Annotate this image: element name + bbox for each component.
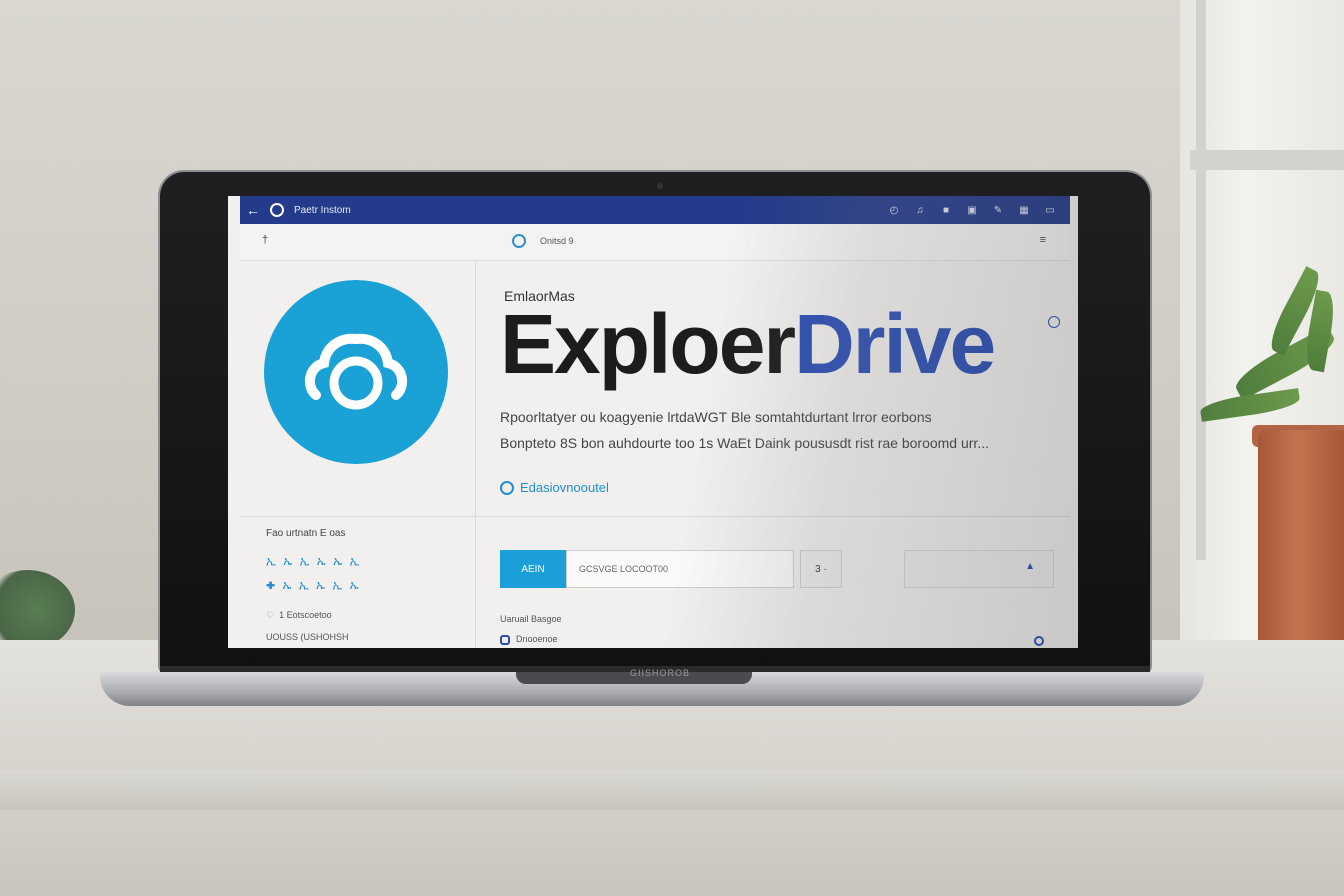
subbar-label: Onitsd 9 — [540, 236, 574, 246]
heart-icon: ♡ — [266, 610, 280, 620]
sidebar-footer-item[interactable]: ♡ 1 Eotscoetoo — [266, 610, 332, 621]
section-divider — [240, 516, 1070, 517]
search-button[interactable]: AEIN — [500, 550, 566, 588]
app-title: Paetr Instom — [294, 204, 351, 216]
brand-title: ExploerDrive — [500, 296, 996, 393]
search-input[interactable]: GCSVGE LOCOOT00 — [566, 550, 794, 588]
sidebar-divider — [475, 260, 476, 648]
list-item-label: Dnooenoe — [516, 634, 558, 644]
window-icon[interactable]: ▣ — [966, 205, 978, 216]
pin-icon[interactable]: † — [262, 234, 268, 246]
app-topbar: ← Paetr Instom ◴ ♫ ■ ▣ ✎ ▦ ▭ — [240, 196, 1070, 224]
arrow-left-icon[interactable]: ← — [240, 202, 266, 218]
info-icon — [500, 480, 514, 495]
brand-title-primary: Exploer — [500, 297, 796, 391]
globe-icon[interactable] — [270, 203, 284, 217]
triangle-icon: ▲ — [1025, 561, 1035, 572]
search-row: AEIN GCSVGE LOCOOT00 3 · — [500, 550, 842, 588]
background-plant — [0, 570, 75, 650]
cloud-figure-icon — [304, 333, 408, 410]
pen-icon[interactable]: ✎ — [992, 205, 1004, 216]
chat-icon[interactable] — [1034, 636, 1044, 646]
learn-more-label: Edasiovnooutel — [520, 480, 609, 495]
description-line: Bonpteto 8S bon auhdourte too 1s WaEt Da… — [500, 435, 989, 451]
sidebar-icon-row[interactable]: ኢ ኤ ኢ ኤ ኤ ኢ — [266, 554, 361, 569]
filter-dropdown[interactable]: ▲ — [904, 550, 1054, 588]
laptop-screen: ← Paetr Instom ◴ ♫ ■ ▣ ✎ ▦ ▭ † Onitsd 9 … — [228, 196, 1078, 648]
plant-pot — [1258, 430, 1344, 670]
brand-title-accent: Drive — [794, 297, 996, 391]
monitor-icon[interactable]: ▭ — [1044, 205, 1056, 216]
bookmark-icon[interactable]: ■ — [940, 205, 952, 216]
sidebar-title: Fao urtnatn E oas — [266, 528, 346, 539]
search-icon[interactable] — [512, 234, 526, 248]
file-icon — [500, 634, 510, 645]
sidebar-footer-label: UOUSS (USHOHSH — [266, 632, 349, 642]
webcam — [657, 183, 663, 189]
sound-icon[interactable]: ♫ — [914, 205, 926, 216]
grid-icon[interactable]: ▦ — [1018, 205, 1030, 216]
window-frame-bar — [1190, 150, 1344, 170]
window-frame — [1196, 0, 1206, 560]
sidebar-icon-row[interactable]: ✚ ኤ ኢ ኤ ኢ ኤ — [266, 578, 361, 593]
app-logo — [264, 280, 448, 464]
sidebar-footer-item[interactable]: UOUSS (USHOHSH — [266, 632, 349, 642]
description-line: Rpoorltatyer ou koagyenie lrtdaWGT Ble s… — [500, 409, 932, 425]
clock-icon[interactable]: ◴ — [888, 205, 900, 216]
list-item[interactable]: Dnooenoe — [500, 634, 558, 645]
list-header: Uaruail Basgoe — [500, 614, 562, 624]
learn-more-link[interactable]: Edasiovnooutel — [500, 480, 609, 495]
description: Rpoorltatyer ou koagyenie lrtdaWGT Ble s… — [500, 404, 1060, 456]
menu-icon[interactable]: ≡ — [1040, 234, 1046, 246]
countertop-edge — [0, 770, 1344, 810]
topbar-icons: ◴ ♫ ■ ▣ ✎ ▦ ▭ — [888, 205, 1070, 216]
search-options-button[interactable]: 3 · — [800, 550, 842, 588]
registered-icon — [1048, 316, 1060, 328]
laptop-brand: GIISHOROB — [629, 668, 690, 678]
subbar: † Onitsd 9 ≡ — [240, 224, 1070, 261]
sidebar-footer-label: 1 Eotscoetoo — [279, 610, 332, 620]
